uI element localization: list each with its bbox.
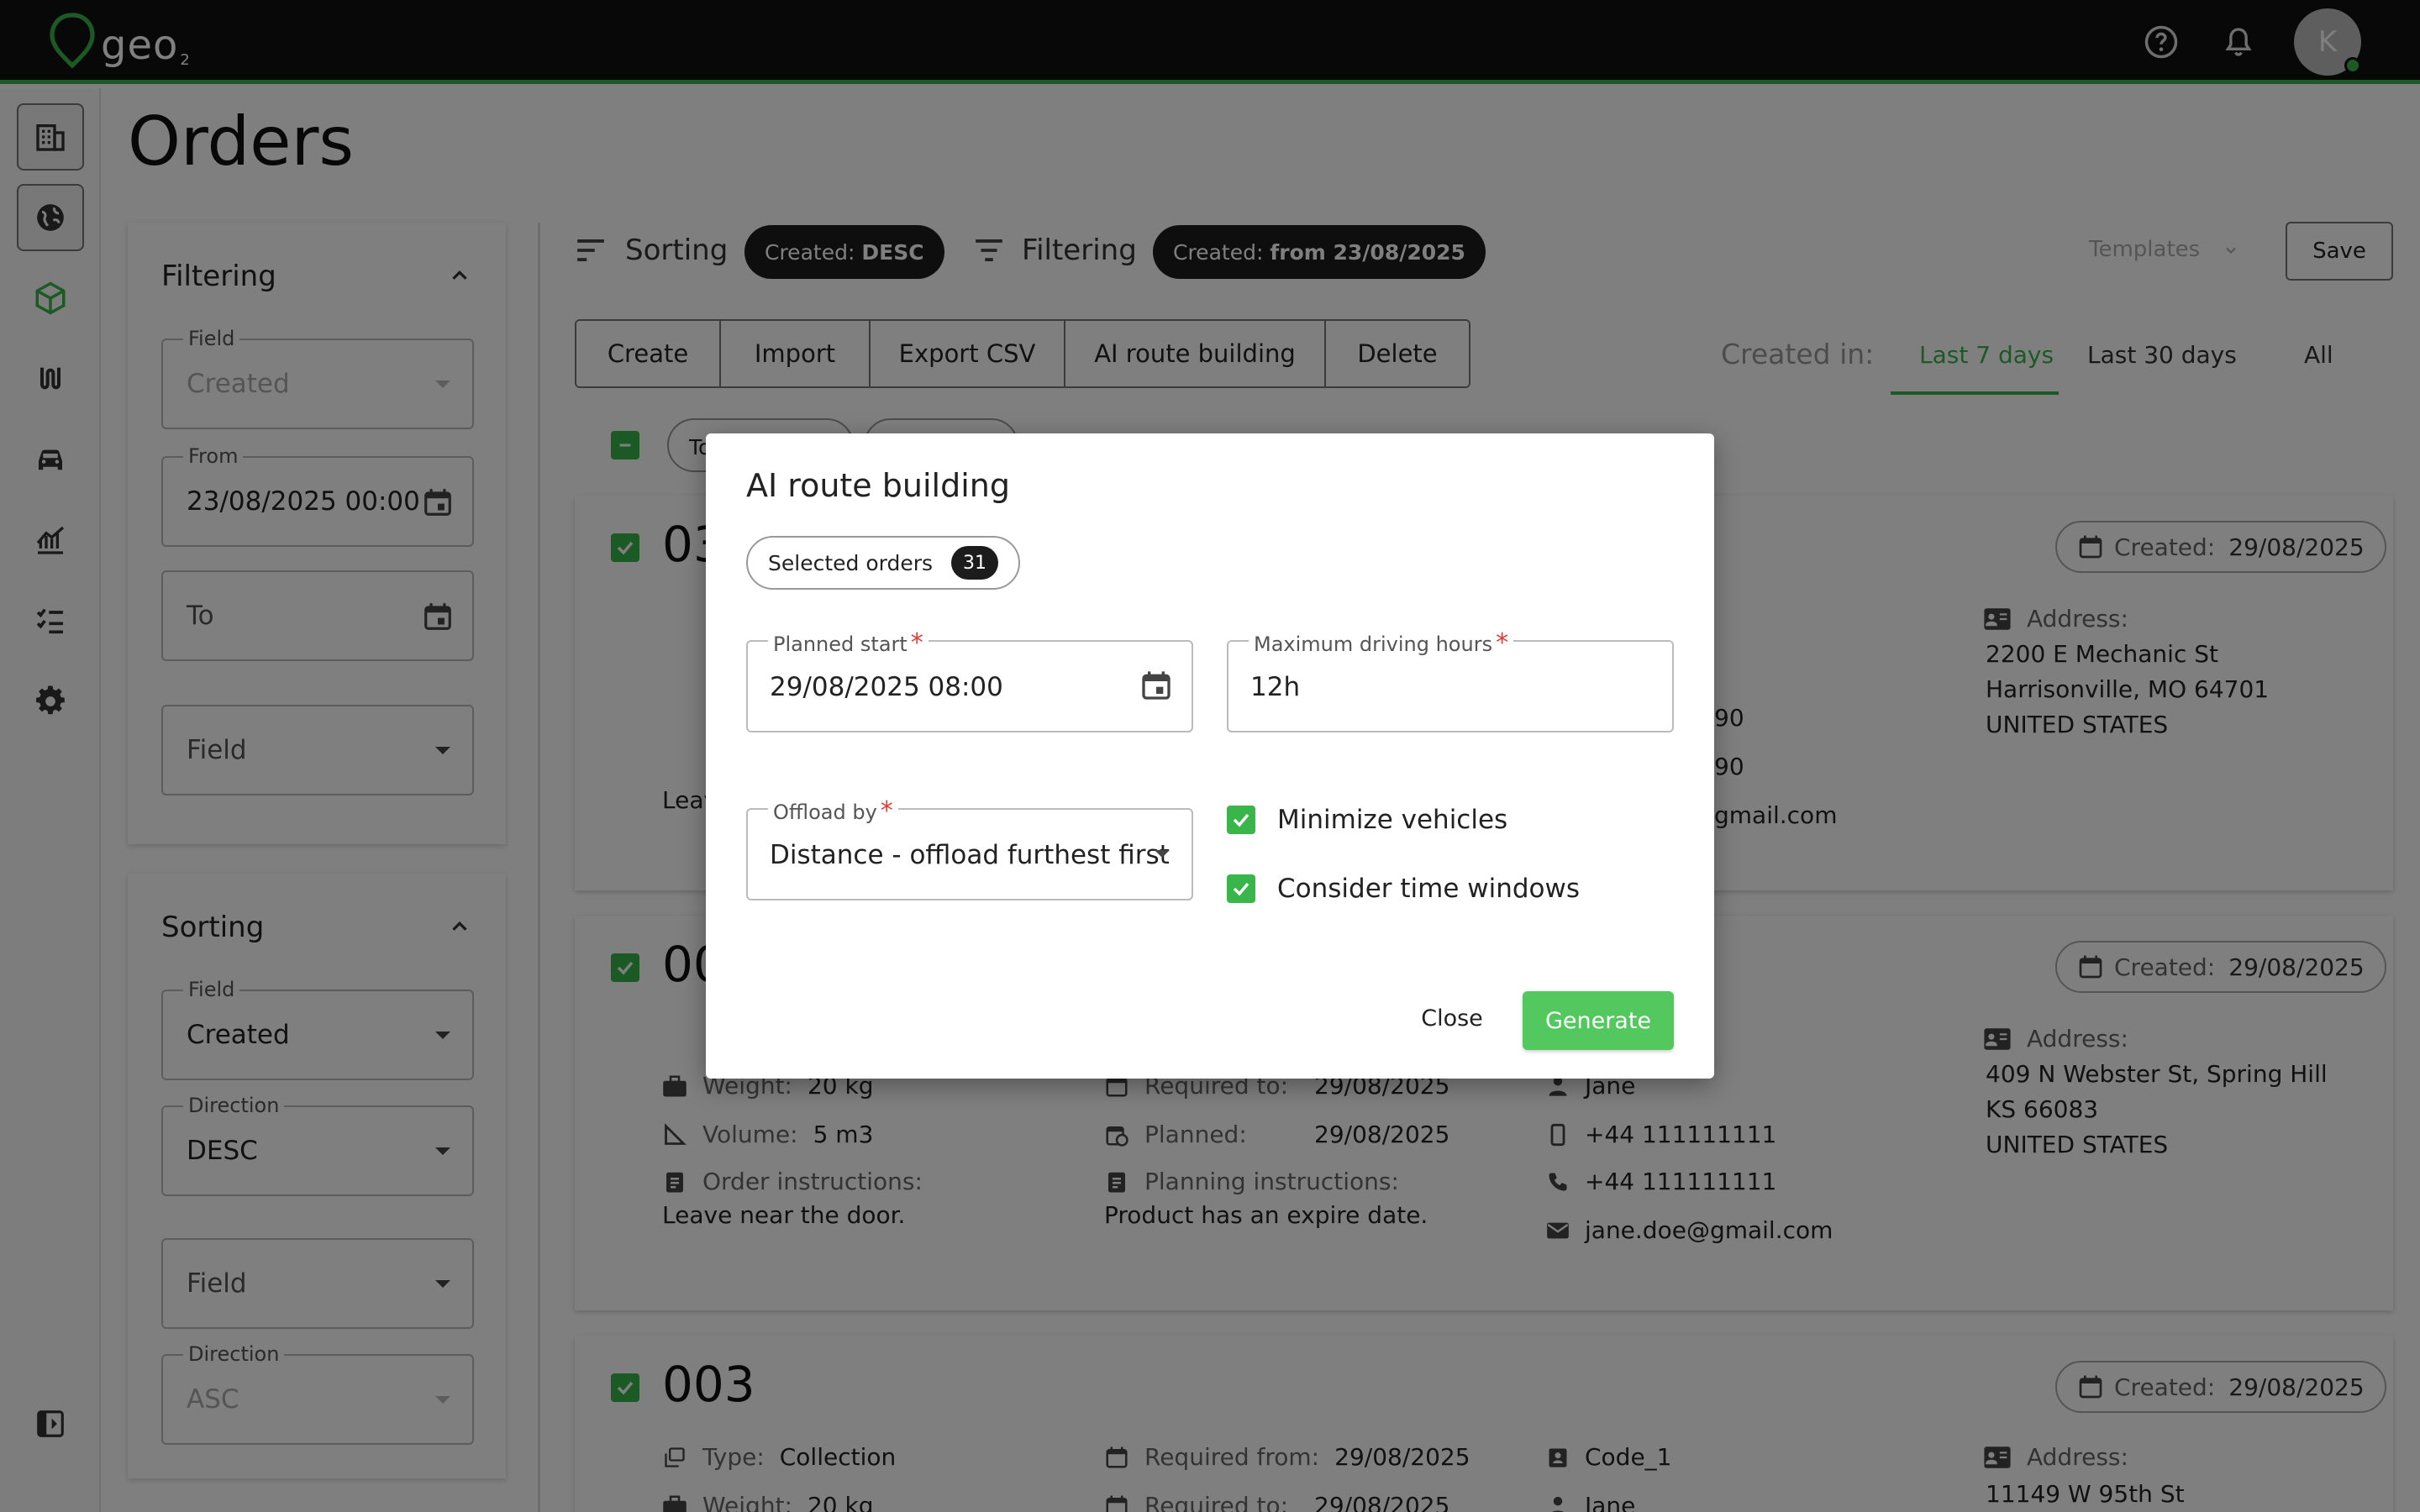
close-button[interactable]: Close — [1412, 991, 1492, 1045]
max-driving-hours-value: 12h — [1250, 672, 1301, 702]
offload-by-select[interactable]: Offload by * Distance - offload furthest … — [746, 796, 1193, 900]
consider-time-windows-label: Consider time windows — [1277, 874, 1581, 904]
minimize-vehicles-label: Minimize vehicles — [1277, 805, 1508, 835]
ai-route-building-dialog: AI route building Selected orders 31 Pla… — [706, 433, 1714, 1079]
dropdown-arrow-icon — [1155, 850, 1170, 858]
planned-start-input[interactable]: Planned start * 29/08/2025 08:00 — [746, 628, 1193, 732]
offload-by-label: Offload by * — [768, 796, 898, 826]
max-driving-hours-input[interactable]: Maximum driving hours * 12h — [1227, 628, 1674, 732]
dialog-title: AI route building — [746, 467, 1010, 504]
generate-button[interactable]: Generate — [1523, 991, 1674, 1050]
selected-orders-label: Selected orders — [768, 550, 934, 575]
max-driving-hours-label: Maximum driving hours * — [1249, 628, 1514, 658]
required-mark: * — [910, 628, 923, 658]
required-mark: * — [880, 796, 893, 826]
selected-orders-chip[interactable]: Selected orders 31 — [746, 536, 1021, 590]
planned-start-value: 29/08/2025 08:00 — [770, 672, 1003, 702]
consider-time-windows-checkbox[interactable]: Consider time windows — [1227, 874, 1580, 904]
selected-orders-count: 31 — [951, 546, 999, 580]
checkbox-checked-icon — [1227, 874, 1255, 903]
minimize-vehicles-checkbox[interactable]: Minimize vehicles — [1227, 805, 1507, 835]
planned-start-label: Planned start * — [768, 628, 929, 658]
required-mark: * — [1496, 628, 1509, 658]
checkbox-checked-icon — [1227, 806, 1255, 834]
offload-by-value: Distance - offload furthest first — [770, 840, 1170, 870]
calendar-icon[interactable] — [1139, 669, 1173, 706]
